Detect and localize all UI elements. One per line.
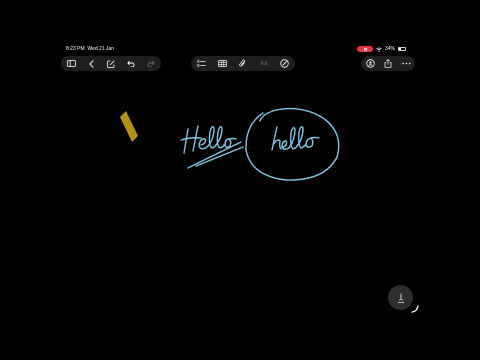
text-format-button[interactable]: Aa (257, 57, 271, 71)
attachment-icon (239, 59, 246, 67)
undo-button[interactable] (124, 57, 138, 71)
notes-canvas[interactable] (52, 44, 428, 324)
back-button[interactable] (84, 57, 98, 71)
sidebar-icon (66, 60, 76, 67)
table-button[interactable] (215, 57, 229, 71)
redo-button[interactable] (144, 57, 158, 71)
checklist-icon (196, 59, 206, 67)
checklist-button[interactable] (194, 57, 208, 71)
sidebar-toggle-button[interactable] (64, 57, 78, 71)
redo-icon (147, 60, 155, 67)
toolbar-middle-group: Aa (191, 56, 295, 71)
attachment-button[interactable] (236, 57, 250, 71)
toolbar-right-group (361, 56, 415, 71)
chevron-left-icon (88, 59, 93, 68)
more-icon (401, 62, 411, 65)
markup-button[interactable] (278, 57, 292, 71)
collaborate-icon (365, 59, 375, 68)
toolbar-left-group (61, 56, 161, 71)
wifi-icon (376, 47, 382, 52)
share-icon (384, 59, 392, 68)
undo-icon (127, 60, 135, 67)
share-button[interactable] (381, 57, 395, 71)
status-date: Wed 21 Jan (87, 46, 114, 52)
status-indicators: 34% (357, 46, 407, 52)
screen-recording-icon (357, 46, 373, 52)
collaborate-button[interactable] (363, 57, 377, 71)
table-icon (217, 60, 227, 67)
compose-icon (107, 60, 115, 68)
text-format-icon: Aa (260, 60, 268, 67)
pencil-tip-icon (397, 293, 404, 303)
battery-percent: 34% (385, 46, 396, 52)
status-time: 8:23 PM (66, 46, 85, 52)
battery-icon (398, 47, 407, 51)
float-button-corner-indicator (411, 305, 419, 313)
more-button[interactable] (399, 57, 413, 71)
markup-pen-icon (280, 59, 289, 68)
letterbox (0, 0, 480, 44)
new-note-button[interactable] (104, 57, 118, 71)
status-time-date: 8:23 PM Wed 21 Jan (66, 46, 114, 52)
